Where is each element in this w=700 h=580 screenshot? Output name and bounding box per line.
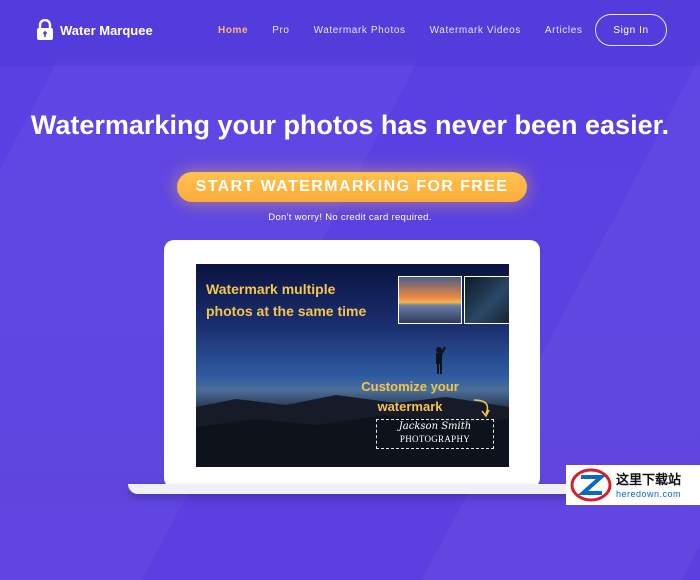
signature-watermark[interactable]: Jackson Smith PHOTOGRAPHY (376, 419, 494, 449)
main-nav: Home Pro Watermark Photos Watermark Vide… (218, 25, 607, 36)
top-navbar: Water Marquee Home Pro Watermark Photos … (0, 0, 700, 66)
customize-line-1: Customize your (361, 379, 459, 394)
laptop-base (128, 484, 580, 494)
customize-line-2: watermark (377, 399, 443, 414)
z-logo-icon (570, 468, 612, 502)
preview-headline: Watermark multiple photos at the same ti… (206, 278, 366, 322)
watermark-text: 这里下载站 (616, 472, 682, 487)
cta-note: Don't worry! No credit card required. (268, 212, 432, 223)
start-watermarking-button[interactable]: START WATERMARKING FOR FREE (177, 172, 527, 202)
lock-icon (37, 19, 53, 40)
signature-name: Jackson Smith (398, 421, 472, 432)
person-silhouette-icon (436, 346, 446, 374)
nav-pro[interactable]: Pro (272, 25, 289, 36)
preview-headline-line-1: Watermark multiple (206, 281, 336, 297)
nav-articles[interactable]: Articles (545, 25, 583, 36)
signature-subtitle: PHOTOGRAPHY (399, 434, 471, 444)
preview-headline-line-2: photos at the same time (206, 303, 367, 319)
guitar-thumbnail (464, 276, 509, 324)
nav-watermark-videos[interactable]: Watermark Videos (430, 25, 521, 36)
laptop-screen-preview: Watermark multiple photos at the same ti… (196, 264, 509, 467)
brand-name: Water Marquee (60, 22, 153, 38)
customize-caption: Customize your watermark (350, 377, 470, 417)
site-watermark: 这里下载站 heredown.com (566, 465, 700, 505)
logo[interactable]: Water Marquee (36, 19, 153, 41)
hero-title: Watermarking your photos has never been … (30, 110, 670, 140)
nav-watermark-photos[interactable]: Watermark Photos (314, 25, 406, 36)
watermark-url: heredown.com (616, 489, 682, 499)
sunset-thumbnail (398, 276, 462, 324)
sign-in-button[interactable]: Sign In (595, 14, 667, 46)
nav-home[interactable]: Home (218, 25, 248, 36)
curved-arrow-icon (473, 399, 490, 418)
